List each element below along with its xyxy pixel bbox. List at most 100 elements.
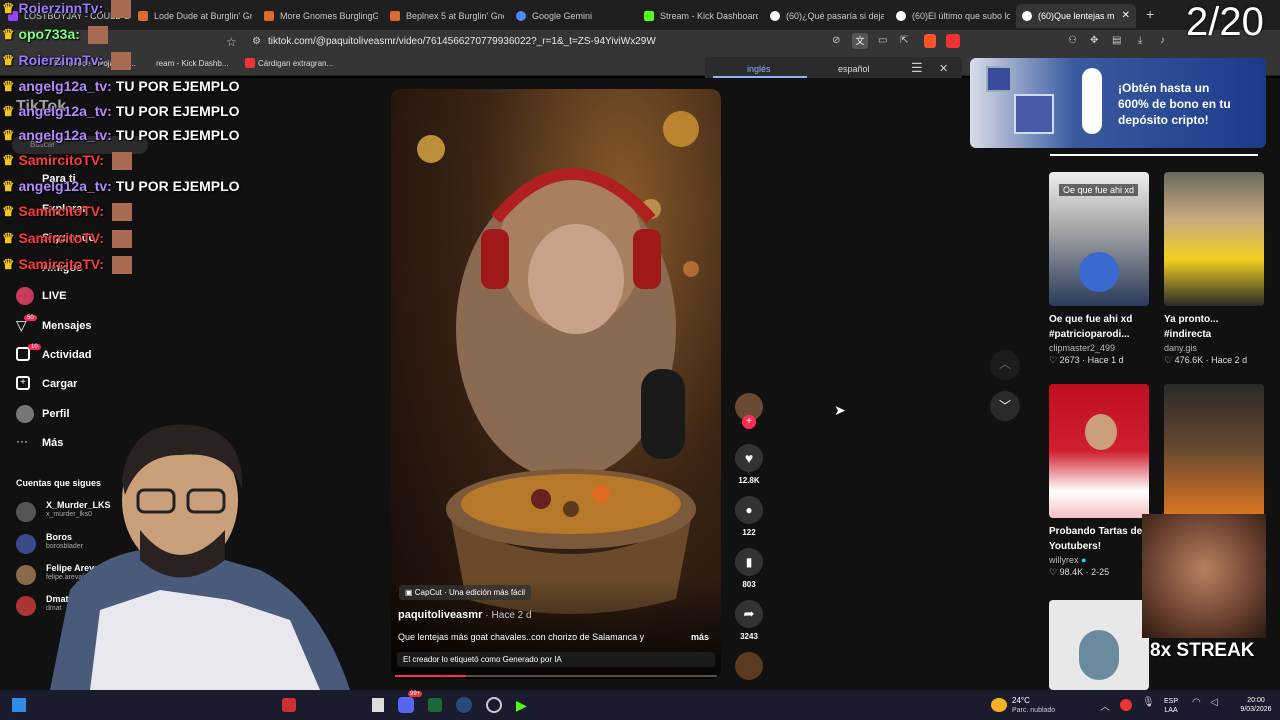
- tray-app-icon[interactable]: [1120, 699, 1132, 711]
- puzzle-icon[interactable]: ✥: [1090, 35, 1098, 46]
- app-icon[interactable]: [428, 698, 442, 712]
- capcut-tag[interactable]: ▣ CapCut · Una edición más fácil: [399, 585, 532, 600]
- volume-icon[interactable]: ◁: [1210, 697, 1218, 708]
- browser-tab[interactable]: (60)¿Qué pasaría si dejara: [764, 4, 884, 28]
- more-button[interactable]: más: [691, 632, 709, 642]
- chat-message: ♛ SamircitoTV:: [2, 230, 133, 249]
- obs-icon[interactable]: [486, 697, 502, 713]
- video-author[interactable]: paquitoliveasmr · Hace 2 d: [398, 609, 532, 621]
- windows-start-icon[interactable]: [12, 698, 26, 712]
- like-button[interactable]: ♥ 12.8K: [735, 444, 763, 485]
- video-thumbnail: [1049, 600, 1149, 690]
- video-counter: 2/20: [1186, 0, 1264, 44]
- nav-live[interactable]: LIVE: [42, 290, 66, 302]
- app-icon[interactable]: [282, 698, 296, 712]
- url-field[interactable]: tiktok.com/@paquitoliveasmr/video/761456…: [268, 36, 656, 47]
- live-icon: [16, 287, 34, 305]
- kick-icon[interactable]: ▶: [516, 697, 527, 714]
- badge-icon: ♛: [2, 230, 19, 246]
- app-icon[interactable]: [372, 698, 384, 712]
- video-player[interactable]: ▣ CapCut · Una edición más fácil paquito…: [391, 89, 721, 679]
- extensions-icon[interactable]: ⚇: [1068, 35, 1077, 46]
- extension-icon[interactable]: [946, 34, 960, 48]
- comment-button[interactable]: ● 122: [735, 496, 763, 537]
- verified-icon: ●: [1081, 555, 1087, 565]
- discord-icon[interactable]: [398, 697, 414, 713]
- download-icon[interactable]: ⤓: [1138, 35, 1142, 46]
- video-card[interactable]: Probando Tartas de Youtubers! willyrex ●…: [1049, 384, 1149, 578]
- weather-temp: 24°C: [1012, 696, 1030, 705]
- video-card[interactable]: [1164, 384, 1264, 518]
- mute-icon[interactable]: ⊘: [832, 35, 840, 46]
- translate-lang-target[interactable]: español: [838, 64, 870, 74]
- new-tab-icon[interactable]: +: [1146, 6, 1154, 22]
- badge-icon: ♛: [2, 52, 19, 68]
- brave-shield-icon[interactable]: [924, 34, 936, 48]
- save-button[interactable]: ▮ 803: [735, 548, 763, 589]
- tiktok-icon: [896, 11, 906, 21]
- video-card[interactable]: Ya pronto... #indirecta dany.gis ♡ 476.6…: [1164, 172, 1264, 366]
- chat-text: TU POR EJEMPLO: [115, 127, 240, 143]
- sidebar-icon[interactable]: ▤: [1112, 35, 1121, 46]
- share-button[interactable]: ➦ 3243: [735, 600, 763, 641]
- tray-expand-icon[interactable]: ︿: [1100, 698, 1110, 713]
- site-info-icon[interactable]: ⚙: [252, 36, 261, 47]
- clock[interactable]: 20:00 9/03/2026: [1236, 696, 1276, 714]
- menu-icon[interactable]: ☰: [911, 60, 923, 76]
- weather-desc: Parc. nublado: [1012, 707, 1056, 714]
- chat-message: ♛ angelg12a_tv: TU POR EJEMPLO: [2, 178, 240, 195]
- browser-tab[interactable]: Stream - Kick Dashboard: [638, 4, 758, 28]
- card-author: willyrex ●: [1049, 555, 1087, 565]
- mic-icon[interactable]: 🎙: [1142, 697, 1155, 708]
- emote-icon: [112, 203, 133, 222]
- video-progress-track[interactable]: [395, 675, 717, 677]
- steam-icon[interactable]: [456, 697, 472, 713]
- cast-icon[interactable]: ▭: [878, 35, 887, 46]
- avatar: [1085, 414, 1117, 450]
- browser-tab-active[interactable]: (60)Que lentejas m ✕: [1016, 4, 1136, 28]
- chat-message: ♛ SamircitoTV:: [2, 203, 133, 222]
- browser-tab[interactable]: Beplnex 5 at Burglin' Gnom: [384, 4, 504, 28]
- bookmark-icon: ▮: [735, 548, 763, 576]
- card-stats: ♡ 476.6K · Hace 2 d: [1164, 355, 1248, 365]
- browser-tab[interactable]: More Gnomes BurglingGn: [258, 4, 378, 28]
- ai-label: El creador lo etiquetó como Generado por…: [397, 652, 715, 667]
- music-disc-icon: [735, 652, 763, 680]
- close-tab-icon[interactable]: ✕: [1122, 4, 1130, 28]
- close-icon[interactable]: ✕: [939, 62, 948, 75]
- author-avatar-button[interactable]: +: [735, 393, 763, 429]
- media-icon[interactable]: ♪: [1160, 35, 1165, 46]
- next-video-button[interactable]: ﹀: [990, 391, 1020, 421]
- nav-messages[interactable]: Mensajes: [42, 320, 92, 332]
- chat-username: SamircitoTV:: [18, 203, 105, 219]
- crypto-ad-banner[interactable]: ¡Obtén hasta un 600% de bono en tu depós…: [970, 58, 1266, 148]
- share-icon[interactable]: ⇱: [900, 35, 908, 46]
- previous-video-button[interactable]: ︿: [990, 350, 1020, 380]
- wifi-icon[interactable]: ◠: [1192, 697, 1201, 708]
- sound-disc-button[interactable]: [735, 652, 763, 680]
- browser-tab[interactable]: Google Gemini: [510, 4, 630, 28]
- translate-icon[interactable]: 文: [852, 33, 868, 49]
- badge-icon: ♛: [2, 127, 19, 143]
- chat-username: angelg12a_tv:: [18, 78, 112, 94]
- bookmark-star-icon[interactable]: ☆: [226, 35, 237, 49]
- video-thumbnail: Oe que fue ahi xd: [1049, 172, 1149, 306]
- browser-tab[interactable]: (60)El último que subo lo: [890, 4, 1010, 28]
- nav-activity[interactable]: Actividad: [42, 349, 92, 361]
- bookmark-item[interactable]: ream - Kick Dashb...: [156, 59, 228, 68]
- chevron-down-icon: ﹀: [998, 399, 1011, 413]
- browser-tab[interactable]: Lode Dude at Burglin' Gn: [132, 4, 252, 28]
- translate-lang-source[interactable]: inglés: [747, 64, 771, 74]
- chat-message: ♛ opo733a:: [2, 26, 108, 45]
- card-stats: ♡ 98.4K · 2-25: [1049, 567, 1110, 577]
- video-thumbnail: [1049, 384, 1149, 518]
- nav-profile[interactable]: Perfil: [42, 408, 70, 420]
- keyboard-language[interactable]: ESP LAA: [1164, 697, 1178, 715]
- video-card[interactable]: [1049, 600, 1149, 690]
- follow-plus-icon[interactable]: +: [742, 415, 756, 429]
- badge-icon: ♛: [2, 152, 19, 168]
- video-card[interactable]: Oe que fue ahi xd Oe que fue ahi xd #pat…: [1049, 172, 1149, 366]
- bookmark-item[interactable]: Cárdigan extragran...: [258, 59, 333, 68]
- nav-upload[interactable]: Cargar: [42, 378, 77, 390]
- video-caption: Que lentejas más goat chavales..con chor…: [398, 632, 645, 642]
